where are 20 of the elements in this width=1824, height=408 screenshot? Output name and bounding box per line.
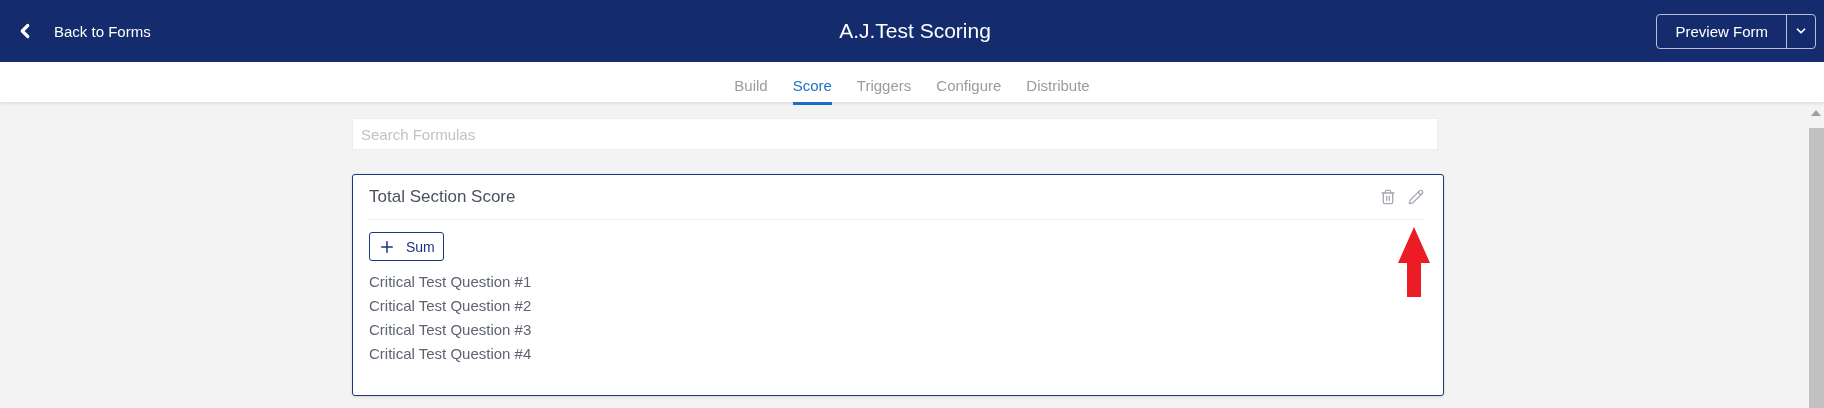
search-field[interactable]: Search Formulas — [352, 118, 1438, 150]
question-item: Critical Test Question #3 — [369, 321, 533, 338]
scrollbar-thumb[interactable] — [1809, 128, 1824, 408]
question-item: Critical Test Question #4 — [369, 345, 533, 362]
preview-button[interactable]: Preview Form — [1657, 14, 1786, 48]
sum-button[interactable]: Sum — [369, 232, 444, 261]
tab[interactable]: Configure — [936, 62, 1002, 105]
tab[interactable]: Triggers — [856, 62, 912, 105]
pencil-icon[interactable] — [1408, 189, 1424, 205]
scroll-up-icon[interactable] — [1811, 110, 1821, 116]
card-title: Total Section Score — [369, 187, 516, 207]
tab[interactable]: Build — [734, 62, 768, 105]
delete-icon[interactable] — [1380, 189, 1396, 205]
tab[interactable]: Distribute — [1026, 62, 1090, 105]
question-item: Critical Test Question #1 — [369, 273, 533, 290]
annotation-arrow — [1398, 227, 1430, 297]
tab[interactable]: Score — [792, 62, 832, 105]
form-title: A.J.Test Scoring — [839, 19, 991, 43]
back-link[interactable]: Back to Forms — [14, 20, 151, 42]
question-item: Critical Test Question #2 — [369, 297, 533, 314]
